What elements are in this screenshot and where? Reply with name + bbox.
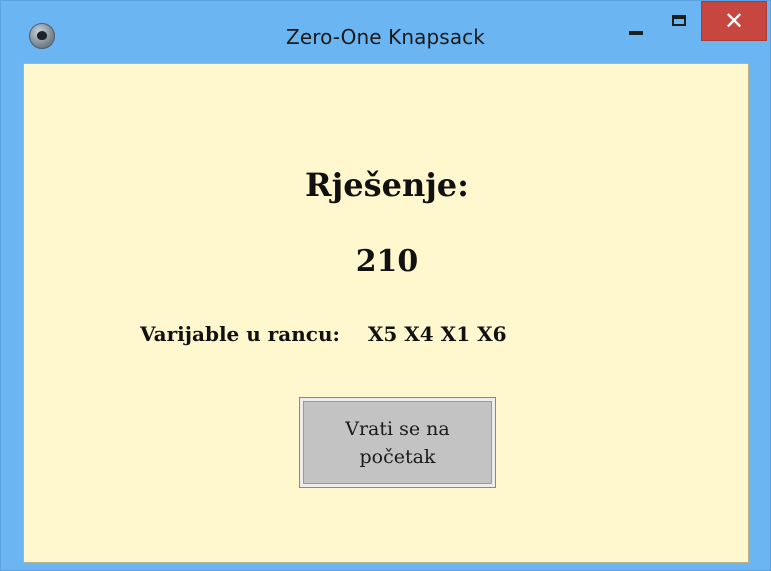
app-logo-icon[interactable] [29, 23, 55, 49]
back-to-start-label: Vrati se na početak [345, 417, 450, 468]
back-to-start-button[interactable]: Vrati se na početak [299, 397, 496, 488]
variables-row: Varijable u rancu: X5 X4 X1 X6 [140, 322, 507, 346]
result-heading: Rješenje: [305, 166, 469, 204]
maximize-button[interactable] [661, 9, 697, 45]
app-window: Zero-One Knapsack ✕ Rješenje: 210 Varija… [0, 0, 771, 571]
close-button[interactable]: ✕ [701, 1, 767, 41]
result-value: 210 [355, 244, 419, 279]
title-bar[interactable]: Zero-One Knapsack ✕ [1, 1, 770, 63]
window-title: Zero-One Knapsack [286, 25, 485, 49]
variables-label: Varijable u rancu: [140, 322, 340, 346]
minimize-button[interactable] [617, 9, 657, 45]
close-icon: ✕ [723, 7, 745, 35]
variables-values: X5 X4 X1 X6 [367, 322, 507, 346]
content-panel: Rješenje: 210 Varijable u rancu: X5 X4 X1… [23, 63, 749, 563]
